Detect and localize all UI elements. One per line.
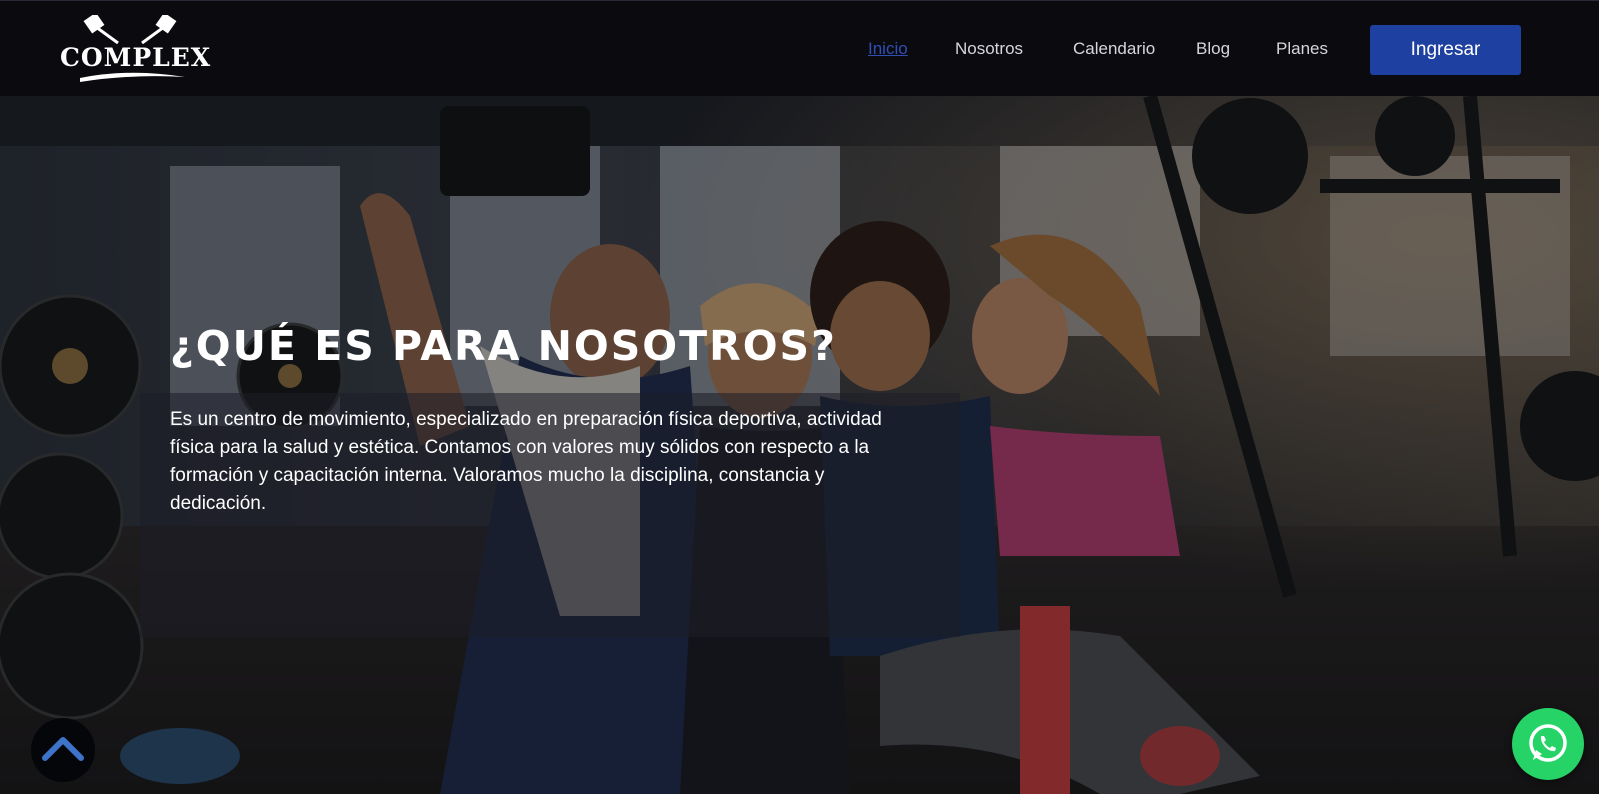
navbar: COMPLEX Inicio Nosotros Calendario Blog … xyxy=(0,0,1599,96)
hero-description: Es un centro de movimiento, especializad… xyxy=(170,409,882,514)
nav-link-inicio[interactable]: Inicio xyxy=(868,39,908,59)
hero-title: ¿QUÉ ES PARA NOSOTROS? xyxy=(170,322,837,370)
nav-link-blog[interactable]: Blog xyxy=(1196,39,1230,59)
logo-swoosh xyxy=(80,72,185,82)
chevron-up-icon xyxy=(42,737,84,761)
nav-link-calendario[interactable]: Calendario xyxy=(1073,39,1155,59)
nav-link-nosotros[interactable]: Nosotros xyxy=(955,39,1023,59)
scroll-to-top-button[interactable] xyxy=(31,718,95,782)
page: COMPLEX Inicio Nosotros Calendario Blog … xyxy=(0,0,1599,794)
brand-name: COMPLEX xyxy=(60,43,212,72)
login-button[interactable]: Ingresar xyxy=(1370,25,1521,75)
brand-logo[interactable]: COMPLEX xyxy=(60,15,212,82)
nav-link-planes[interactable]: Planes xyxy=(1276,39,1328,59)
whatsapp-button[interactable] xyxy=(1512,708,1584,780)
crossed-dumbbells-icon xyxy=(83,15,177,45)
whatsapp-icon xyxy=(1529,724,1567,762)
